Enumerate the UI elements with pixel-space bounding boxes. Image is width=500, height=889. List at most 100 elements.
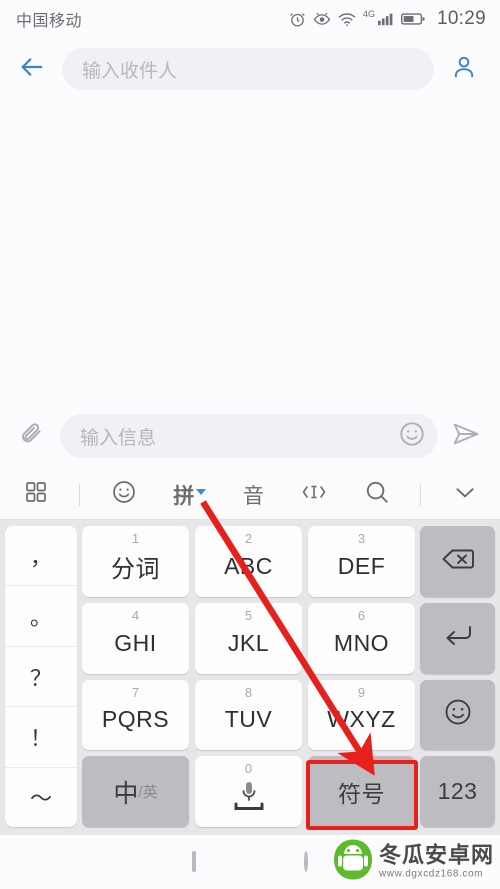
backspace-key[interactable]: [420, 526, 495, 597]
key-number: 0: [244, 761, 253, 777]
numeric-key[interactable]: 123: [420, 756, 495, 827]
cursor-move-button[interactable]: [295, 470, 333, 520]
voice-mode-label: 音: [243, 484, 264, 508]
smiley-icon[interactable]: [398, 420, 426, 453]
key-label: GHI: [114, 629, 157, 656]
punct-key-period[interactable]: 。: [5, 586, 77, 647]
search-icon: [364, 479, 390, 510]
signal-icon: [377, 12, 394, 26]
pinyin-mode-button[interactable]: 拼: [167, 470, 212, 520]
collapse-keyboard-icon: [452, 479, 478, 510]
home-button[interactable]: [304, 851, 308, 872]
back-button[interactable]: [12, 49, 52, 89]
language-toggle-key[interactable]: 中 /英: [82, 756, 189, 827]
keyboard-toolbar: 拼 音: [0, 470, 500, 520]
key-1-fenci[interactable]: 1 分词: [82, 526, 189, 597]
recipient-placeholder: 输入收件人: [82, 60, 178, 82]
android-mascot-icon: [333, 839, 373, 886]
pinyin-mode-label: 拼: [173, 484, 195, 508]
grid-icon: [24, 480, 48, 509]
punctuation-column: ， 。 ？ ！ ～: [5, 526, 77, 827]
key-number: 6: [357, 607, 366, 623]
microphone-icon: [229, 778, 269, 814]
collapse-keyboard-button[interactable]: [446, 470, 484, 520]
attach-button[interactable]: [12, 416, 52, 456]
language-primary-label: 中: [113, 779, 139, 808]
key-2-abc[interactable]: 2 ABC: [195, 526, 302, 597]
recents-button[interactable]: [192, 851, 196, 872]
key-number: 2: [244, 531, 253, 546]
messaging-app-screen: 中国移动 4G 10:29 输入收件人 输入信息 拼 音 ， 。 ？ ！ ～ 1…: [0, 0, 500, 889]
person-icon: [451, 54, 477, 85]
voice-mode-button[interactable]: 音: [237, 470, 270, 520]
key-number: 1: [131, 531, 140, 546]
chevron-down-icon: [196, 488, 207, 495]
message-composer: 输入信息: [0, 402, 500, 470]
network-type-label: 4G: [362, 9, 375, 19]
key-label: WXYZ: [327, 706, 396, 733]
back-arrow-icon: [18, 53, 46, 86]
punct-key-question[interactable]: ？: [5, 647, 77, 708]
send-icon: [451, 419, 481, 454]
key-number: 4: [131, 607, 140, 623]
keyboard-keys: ， 。 ？ ！ ～ 1 分词 2 ABC 3 DEF 4 GHI 5 JKL 6…: [0, 520, 500, 835]
key-9-wxyz[interactable]: 9 WXYZ: [308, 679, 415, 751]
watermark-title: 冬瓜安卓网: [378, 842, 494, 868]
key-4-ghi[interactable]: 4 GHI: [82, 602, 189, 674]
key-5-jkl[interactable]: 5 JKL: [195, 602, 302, 674]
watermark-text: 冬瓜安卓网 www.dgxcdz168.com: [378, 842, 494, 880]
key-number: 5: [244, 607, 253, 623]
clock-label: 10:29: [436, 8, 486, 29]
alarm-icon: [289, 11, 306, 28]
carrier-label: 中国移动: [16, 13, 83, 30]
punct-key-exclamation[interactable]: ！: [5, 707, 77, 768]
key-7-pqrs[interactable]: 7 PQRS: [82, 679, 189, 751]
key-label: MNO: [333, 629, 390, 656]
keyboard-search-button[interactable]: [358, 470, 396, 520]
key-8-tuv[interactable]: 8 TUV: [195, 679, 302, 751]
key-number: 8: [244, 684, 253, 700]
recipient-input[interactable]: 输入收件人: [62, 48, 434, 90]
send-button[interactable]: [446, 416, 486, 456]
punct-key-tilde[interactable]: ～: [5, 768, 77, 827]
key-number: 3: [357, 531, 366, 546]
emoji-key[interactable]: [420, 679, 495, 751]
punct-key-comma[interactable]: ，: [5, 526, 77, 587]
numeric-key-label: 123: [437, 778, 478, 805]
annotation-highlight-box: [306, 760, 418, 830]
key-3-def[interactable]: 3 DEF: [308, 526, 415, 597]
enter-icon: [442, 622, 474, 655]
keyboard-emoji-button[interactable]: [105, 470, 143, 520]
paperclip-icon: [19, 421, 45, 452]
key-label: PQRS: [101, 706, 170, 733]
conversation-area: [0, 100, 500, 402]
space-key[interactable]: 0: [195, 756, 302, 827]
message-input[interactable]: 输入信息: [60, 414, 438, 458]
status-icons: 4G 10:29: [289, 8, 486, 30]
cursor-move-icon: [301, 480, 327, 509]
toolbar-divider-right: [420, 483, 422, 506]
key-label: TUV: [224, 706, 273, 733]
keyboard: 拼 音 ， 。 ？ ！ ～ 1 分词 2 ABC 3 DEF 4 GHI 5 J…: [0, 470, 500, 835]
key-label: ABC: [224, 552, 273, 579]
keyboard-grid-button[interactable]: [18, 470, 54, 520]
app-bar: 输入收件人: [0, 38, 500, 100]
battery-icon: [400, 12, 426, 26]
watermark: 冬瓜安卓网 www.dgxcdz168.com: [333, 839, 494, 886]
backspace-icon: [441, 546, 475, 577]
language-secondary-label: /英: [138, 784, 158, 802]
key-label: 分词: [111, 555, 160, 583]
key-number: 7: [131, 684, 140, 700]
contacts-button[interactable]: [444, 49, 484, 89]
function-key-column: 123: [420, 526, 495, 827]
enter-key[interactable]: [420, 602, 495, 674]
emoji-icon: [111, 479, 137, 510]
eye-icon: [313, 11, 331, 28]
smiley-icon: [443, 697, 473, 732]
key-6-mno[interactable]: 6 MNO: [308, 602, 415, 674]
watermark-url: www.dgxcdz168.com: [378, 868, 484, 880]
status-bar: 中国移动 4G 10:29: [0, 0, 500, 38]
toolbar-divider-left: [78, 483, 80, 506]
square-icon: [192, 851, 196, 872]
system-nav-bar: 冬瓜安卓网 www.dgxcdz168.com: [0, 835, 500, 889]
